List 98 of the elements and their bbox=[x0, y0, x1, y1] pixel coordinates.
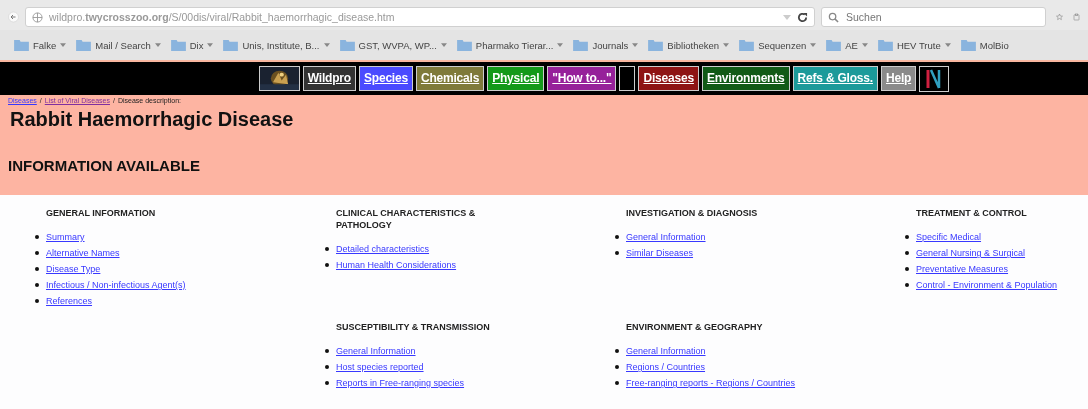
bookmark-folder[interactable]: Journals bbox=[573, 39, 639, 51]
search-field[interactable]: Suchen bbox=[821, 7, 1046, 27]
bookmark-folder[interactable]: HEV Trute bbox=[877, 39, 951, 51]
bookmark-folder[interactable]: AE bbox=[826, 39, 868, 51]
folder-icon bbox=[170, 39, 186, 51]
dropdown-icon[interactable] bbox=[783, 14, 791, 20]
info-link[interactable]: Regions / Countries bbox=[626, 362, 706, 372]
folder-icon bbox=[960, 39, 976, 51]
info-link[interactable]: General Information bbox=[626, 232, 706, 242]
section-title: CLINICAL CHARACTERISTICS & PATHOLOGY bbox=[336, 207, 477, 231]
caret-icon[interactable] bbox=[323, 43, 330, 47]
folder-icon bbox=[739, 39, 755, 51]
caret-icon[interactable] bbox=[154, 43, 161, 47]
bullet-icon bbox=[905, 267, 909, 271]
bullet-icon bbox=[615, 251, 619, 255]
folder-icon bbox=[456, 39, 472, 51]
caret-icon[interactable] bbox=[861, 43, 868, 47]
info-link[interactable]: Specific Medical bbox=[916, 232, 982, 242]
info-link[interactable]: Summary bbox=[46, 232, 85, 242]
info-link[interactable]: Preventative Measures bbox=[916, 264, 1009, 274]
bookmark-folder[interactable]: Falke bbox=[14, 39, 67, 51]
bullet-icon bbox=[615, 349, 619, 353]
nav-link[interactable]: Environments bbox=[701, 66, 790, 91]
info-link[interactable]: General Nursing & Surgical bbox=[916, 248, 1026, 258]
info-link[interactable]: Disease Type bbox=[46, 264, 101, 274]
info-link[interactable]: Detailed characteristics bbox=[336, 244, 430, 254]
bullet-icon bbox=[35, 251, 39, 255]
bookmark-folder[interactable]: Dix bbox=[170, 39, 214, 51]
caret-icon[interactable] bbox=[60, 43, 67, 47]
bullet-icon bbox=[325, 349, 329, 353]
info-link[interactable]: References bbox=[46, 296, 93, 306]
info-link[interactable]: Infectious / Non-infectious Agent(s) bbox=[46, 280, 186, 290]
folder-icon bbox=[223, 39, 239, 51]
folder-icon bbox=[826, 39, 842, 51]
folder-icon bbox=[339, 39, 355, 51]
info-link[interactable]: Control - Environment & Population bbox=[916, 280, 1058, 290]
bookmark-folder[interactable]: Bibliotheken bbox=[648, 39, 730, 51]
bullet-icon bbox=[325, 365, 329, 369]
section-title: GENERAL INFORMATION bbox=[46, 207, 157, 219]
bookmark-folder[interactable]: Mail / Search bbox=[76, 39, 161, 51]
folder-icon bbox=[14, 39, 29, 51]
bullet-icon bbox=[905, 251, 909, 255]
page-title: Rabbit Haemorrhagic Disease bbox=[10, 108, 295, 131]
bullet-icon bbox=[35, 267, 39, 271]
info-link[interactable]: Human Health Considerations bbox=[336, 260, 457, 270]
bullet-icon bbox=[35, 235, 39, 239]
bullet-icon bbox=[325, 381, 329, 385]
search-icon bbox=[828, 11, 839, 23]
nav-link[interactable]: Chemicals bbox=[415, 66, 485, 91]
section-title: TREATMENT & CONTROL bbox=[916, 207, 1028, 219]
info-link[interactable]: Free-ranging reports - Regions / Countries bbox=[626, 378, 796, 388]
caret-icon[interactable] bbox=[723, 43, 730, 47]
nav-link[interactable]: Wildpro bbox=[302, 66, 356, 91]
section-title: SUSCEPTIBILITY & TRANSMISSION bbox=[336, 321, 491, 333]
caret-icon[interactable] bbox=[207, 43, 214, 47]
bookmark-folder[interactable]: Sequenzen bbox=[739, 39, 817, 51]
caret-icon[interactable] bbox=[810, 43, 817, 47]
bullet-icon bbox=[905, 235, 909, 239]
nav-link[interactable]: Help bbox=[880, 66, 917, 91]
folder-icon bbox=[573, 39, 589, 51]
bullet-icon bbox=[905, 283, 909, 287]
nav-link[interactable]: Physical bbox=[487, 66, 545, 91]
nav-link[interactable]: Refs & Gloss. bbox=[792, 66, 878, 91]
section-title: ENVIRONMENT & GEOGRAPHY bbox=[626, 321, 764, 333]
reload-icon[interactable] bbox=[797, 11, 808, 23]
bookmark-folder[interactable]: GST, WVPA, WP... bbox=[339, 39, 447, 51]
caret-icon[interactable] bbox=[557, 43, 564, 47]
bullet-icon bbox=[35, 283, 39, 287]
bullet-icon bbox=[615, 381, 619, 385]
info-link[interactable]: General Information bbox=[626, 346, 706, 356]
section-title: INVESTIGATION & DIAGNOSIS bbox=[626, 207, 759, 219]
caret-icon[interactable] bbox=[944, 43, 951, 47]
bookmark-folder[interactable]: Unis, Institute, B... bbox=[223, 39, 330, 51]
nav-link[interactable]: "How to..." bbox=[547, 66, 617, 91]
info-link[interactable]: Host species reported bbox=[336, 362, 424, 372]
bullet-icon bbox=[35, 299, 39, 303]
info-link[interactable]: Alternative Names bbox=[46, 248, 120, 258]
bullet-icon bbox=[325, 247, 329, 251]
info-link[interactable]: General Information bbox=[336, 346, 416, 356]
nav-link[interactable]: Species bbox=[358, 66, 413, 91]
bullet-icon bbox=[615, 365, 619, 369]
info-link[interactable]: Similar Diseases bbox=[626, 248, 694, 258]
section-heading: INFORMATION AVAILABLE bbox=[8, 157, 201, 174]
bullet-icon bbox=[615, 235, 619, 239]
bookmark-folder[interactable]: MolBio bbox=[960, 39, 1009, 51]
nav-spacer bbox=[619, 66, 636, 91]
globe-icon bbox=[32, 11, 43, 23]
folder-icon bbox=[76, 39, 92, 51]
caret-icon[interactable] bbox=[632, 43, 639, 47]
bookmark-folder[interactable]: Pharmako Tierar... bbox=[456, 39, 564, 51]
folder-icon bbox=[877, 39, 893, 51]
logo-icon[interactable] bbox=[919, 65, 950, 92]
caret-icon[interactable] bbox=[440, 43, 447, 47]
clipboard-icon[interactable] bbox=[1073, 10, 1080, 24]
folder-icon bbox=[648, 39, 664, 51]
bullet-icon bbox=[325, 263, 329, 267]
nav-link[interactable]: Diseases bbox=[638, 66, 699, 91]
info-link[interactable]: Reports in Free-ranging species bbox=[336, 378, 465, 388]
